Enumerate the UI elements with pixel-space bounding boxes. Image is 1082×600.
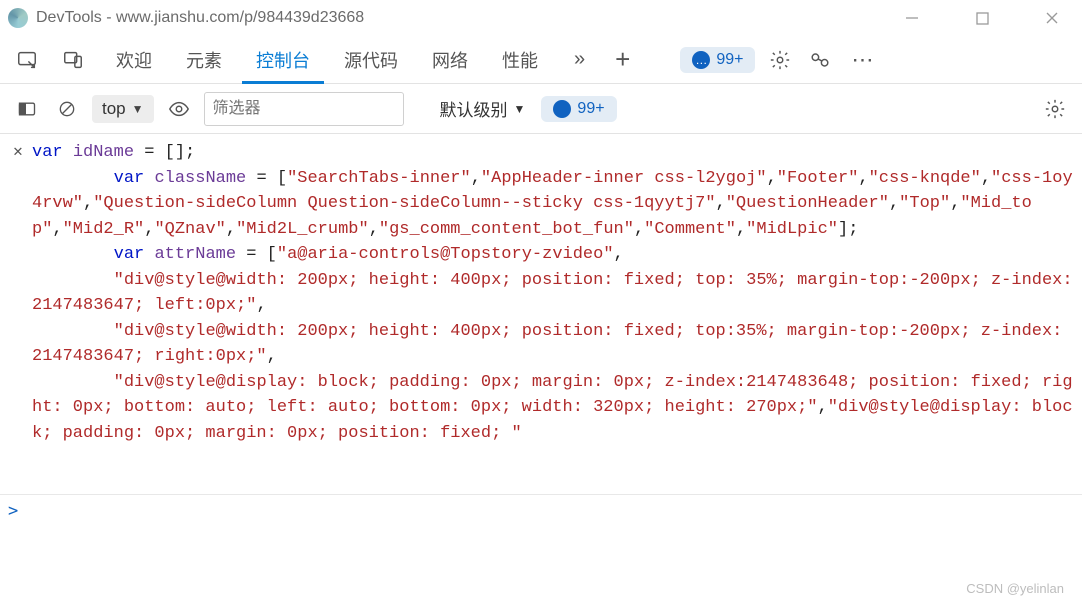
chat-icon: … <box>692 51 710 69</box>
maximize-button[interactable] <box>960 3 1004 33</box>
minimize-button[interactable] <box>890 3 934 33</box>
tab-welcome[interactable]: 欢迎 <box>102 36 166 84</box>
live-expression-icon[interactable] <box>164 98 194 120</box>
window-controls <box>890 3 1074 33</box>
console-output: ✕ var idName = []; var className = ["Sea… <box>0 134 1082 494</box>
loglevel-selector[interactable]: 默认级别 ▼ <box>434 96 532 121</box>
tab-sources[interactable]: 源代码 <box>330 36 412 84</box>
tab-console[interactable]: 控制台 <box>242 36 324 84</box>
window-titlebar: DevTools - www.jianshu.com/p/984439d2366… <box>0 0 1082 36</box>
context-selector[interactable]: top ▼ <box>92 95 154 123</box>
prompt-caret: > <box>8 501 18 521</box>
more-options-icon[interactable]: ⋯ <box>845 47 881 73</box>
console-entry: ✕ var idName = []; var className = ["Sea… <box>8 140 1074 446</box>
issues-badge-small[interactable]: 99+ <box>541 96 616 122</box>
devtools-tabbar: 欢迎 元素 控制台 源代码 网络 性能 » + … 99+ ⋯ <box>0 36 1082 84</box>
chat-icon <box>553 100 571 118</box>
tab-elements[interactable]: 元素 <box>172 36 236 84</box>
console-prompt[interactable]: > <box>0 494 1082 527</box>
more-tabs-icon[interactable]: » <box>564 48 595 71</box>
delete-entry-icon[interactable]: ✕ <box>8 140 28 446</box>
issues-count: 99+ <box>716 51 743 69</box>
console-toolbar: top ▼ 默认级别 ▼ 99+ <box>0 84 1082 134</box>
inspect-element-icon[interactable] <box>10 43 44 77</box>
window-title: DevTools - www.jianshu.com/p/984439d2366… <box>36 9 364 27</box>
issues-badge[interactable]: … 99+ <box>680 47 755 73</box>
code-text[interactable]: var idName = []; var className = ["Searc… <box>28 140 1074 446</box>
tab-list: 欢迎 元素 控制台 源代码 网络 性能 <box>102 36 552 84</box>
issues-count-small: 99+ <box>577 100 604 118</box>
caret-down-icon: ▼ <box>514 102 526 116</box>
clear-console-icon[interactable] <box>52 94 82 124</box>
loglevel-label: 默认级别 <box>440 96 508 121</box>
tab-network[interactable]: 网络 <box>418 36 482 84</box>
watermark: CSDN @yelinlan <box>966 581 1064 596</box>
device-toolbar-icon[interactable] <box>56 43 90 77</box>
add-tab-icon[interactable]: + <box>605 44 640 75</box>
tabbar-right-tools: » + … 99+ ⋯ <box>564 44 881 75</box>
app-icon <box>8 8 28 28</box>
filter-input[interactable] <box>204 92 404 126</box>
close-button[interactable] <box>1030 3 1074 33</box>
settings-icon[interactable] <box>765 45 795 75</box>
context-label: top <box>102 99 126 119</box>
tab-performance[interactable]: 性能 <box>488 36 552 84</box>
console-settings-icon[interactable] <box>1040 94 1070 124</box>
dock-icon[interactable] <box>805 45 835 75</box>
toggle-sidebar-icon[interactable] <box>12 94 42 124</box>
caret-down-icon: ▼ <box>132 102 144 116</box>
